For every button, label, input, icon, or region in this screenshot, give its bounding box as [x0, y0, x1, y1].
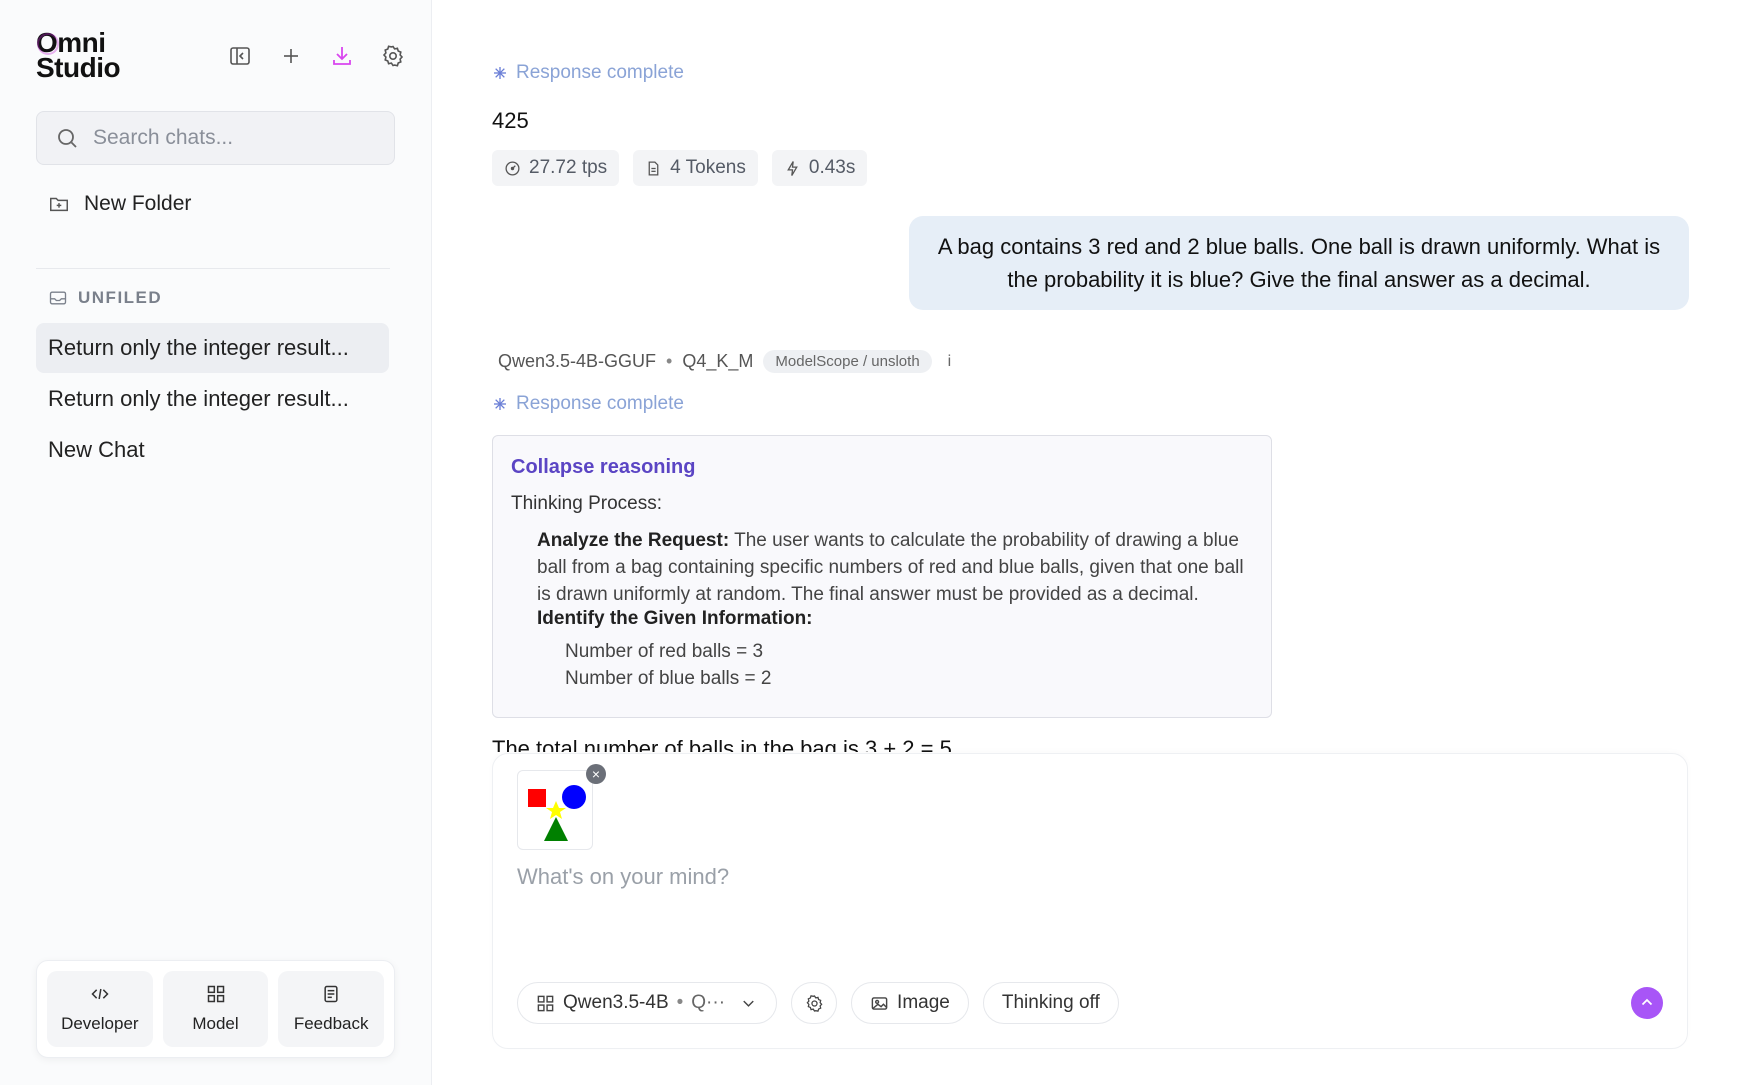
search-icon	[58, 129, 77, 148]
logo-line-2: Studio	[36, 52, 121, 83]
search-box[interactable]	[36, 111, 395, 165]
separator-dot: •	[666, 351, 673, 371]
gauge-icon	[505, 160, 520, 176]
thinking-toggle[interactable]: Thinking off	[982, 982, 1119, 1024]
response-status-text: Response complete	[516, 62, 684, 83]
model-selector-dot: •	[676, 992, 684, 1013]
plus-icon	[284, 49, 298, 63]
chat-item-label: Return only the integer result...	[48, 386, 349, 411]
feedback-tab[interactable]: Feedback	[278, 971, 385, 1047]
new-folder-label: New Folder	[84, 192, 192, 215]
thinking-toggle-label: Thinking off	[1001, 992, 1100, 1013]
response-status: Response complete	[492, 393, 684, 415]
model-selector-label: Qwen3.5-4B	[563, 992, 669, 1013]
model-tab[interactable]: Model	[162, 971, 269, 1047]
folder-plus-icon	[50, 197, 68, 212]
response-stats: 27.72 tps 4 Tokens 0.43s	[492, 150, 868, 186]
sparkle-icon	[494, 67, 506, 79]
document-icon	[324, 985, 338, 1003]
analyze-heading: Analyze the Request:	[537, 530, 730, 551]
model-quant: Q4_K_M	[682, 351, 754, 371]
answer-continuation-text: The total number of balls in the bag is …	[492, 736, 952, 752]
sidebar-divider	[36, 268, 390, 269]
collapse-sidebar-button[interactable]	[224, 40, 256, 72]
chat-main: Response complete 425 27.72 tps 4 Tokens…	[432, 0, 1749, 1085]
composer-settings-button[interactable]	[791, 982, 838, 1024]
model-selector-more: Q···	[691, 992, 726, 1013]
image-button-label: Image	[897, 992, 950, 1013]
sidebar-top-actions	[224, 40, 409, 72]
collapse-reasoning-button[interactable]: Collapse reasoning	[511, 456, 1253, 479]
message-composer: × Qwen3.5-4B • Q···	[492, 753, 1688, 1049]
model-tab-label: Model	[192, 1014, 239, 1033]
developer-tab[interactable]: Developer	[47, 971, 153, 1047]
gear-icon	[382, 45, 404, 67]
given-item: Number of blue balls = 2	[565, 668, 772, 689]
unfiled-section-label: UNFILED	[48, 288, 162, 308]
user-message-bubble: A bag contains 3 red and 2 blue balls. O…	[909, 216, 1689, 310]
user-message-text: A bag contains 3 red and 2 blue balls. O…	[937, 234, 1661, 292]
tps-stat-label: 27.72 tps	[529, 157, 608, 178]
new-folder-button[interactable]: New Folder	[48, 192, 191, 216]
model-info-line: Qwen3.5-4B-GGUF • Q4_K_M ModelScope / un…	[498, 350, 951, 373]
arrow-up-icon	[1641, 998, 1653, 1006]
source-badge: ModelScope / unsloth	[763, 350, 932, 373]
assistant-answer: 425	[492, 108, 529, 133]
grid-icon	[537, 995, 554, 1011]
settings-button[interactable]	[377, 40, 409, 72]
latency-stat-label: 0.43s	[808, 157, 856, 178]
composer-toolbar: Qwen3.5-4B • Q··· Image Thinking off	[517, 982, 1119, 1024]
bolt-icon	[787, 160, 798, 176]
chat-item-label: Return only the integer result...	[48, 335, 349, 360]
chat-item[interactable]: Return only the integer result...	[36, 323, 389, 373]
shapes-image	[528, 785, 586, 841]
chat-item[interactable]: New Chat	[36, 425, 389, 475]
model-selector[interactable]: Qwen3.5-4B • Q···	[517, 982, 778, 1024]
sparkle-icon	[494, 398, 506, 410]
gear-icon	[806, 994, 823, 1012]
document-icon	[648, 160, 659, 176]
developer-tab-label: Developer	[61, 1014, 139, 1033]
remove-attachment-button[interactable]: ×	[586, 764, 606, 784]
chat-item-label: New Chat	[48, 437, 145, 462]
search-input[interactable]	[93, 126, 373, 150]
download-button[interactable]	[326, 40, 358, 72]
thinking-title: Thinking Process:	[511, 493, 663, 514]
response-status: Response complete	[492, 62, 684, 84]
tps-stat: 27.72 tps	[492, 150, 620, 186]
latency-stat: 0.43s	[771, 150, 868, 186]
inbox-icon	[49, 291, 67, 305]
reasoning-panel: Collapse reasoning Thinking Process: Ana…	[492, 435, 1272, 718]
send-button[interactable]	[1631, 987, 1663, 1019]
new-chat-button[interactable]	[275, 40, 307, 72]
image-icon	[871, 996, 888, 1010]
logo-ring-icon	[37, 33, 59, 55]
model-name: Qwen3.5-4B-GGUF	[498, 351, 657, 371]
response-status-text: Response complete	[516, 393, 684, 414]
sidebar: Omni Studio Search chats... New Folder U…	[0, 0, 432, 1085]
chat-item[interactable]: Return only the integer result...	[36, 374, 389, 424]
message-input[interactable]	[517, 864, 1667, 890]
sidebar-bottom-tabs: Developer Model Feedback	[36, 960, 395, 1058]
info-button[interactable]: i	[948, 353, 952, 371]
tokens-stat: 4 Tokens	[633, 150, 758, 186]
section-label-text: UNFILED	[78, 288, 163, 307]
app-logo: Omni Studio	[36, 29, 136, 84]
download-icon	[333, 47, 351, 65]
tokens-stat-label: 4 Tokens	[670, 157, 746, 178]
chevron-down-icon	[743, 1000, 754, 1007]
sidebar-toggle-icon	[230, 47, 250, 65]
identify-heading: Identify the Given Information:	[537, 608, 813, 629]
grid-icon	[207, 985, 224, 1003]
code-icon	[91, 988, 109, 1000]
feedback-tab-label: Feedback	[293, 1014, 369, 1033]
given-item: Number of red balls = 3	[565, 641, 764, 662]
attached-image-thumbnail[interactable]	[517, 770, 593, 850]
image-button[interactable]: Image	[851, 982, 969, 1024]
analyze-paragraph: Analyze the Request: The user wants to c…	[537, 527, 1253, 608]
